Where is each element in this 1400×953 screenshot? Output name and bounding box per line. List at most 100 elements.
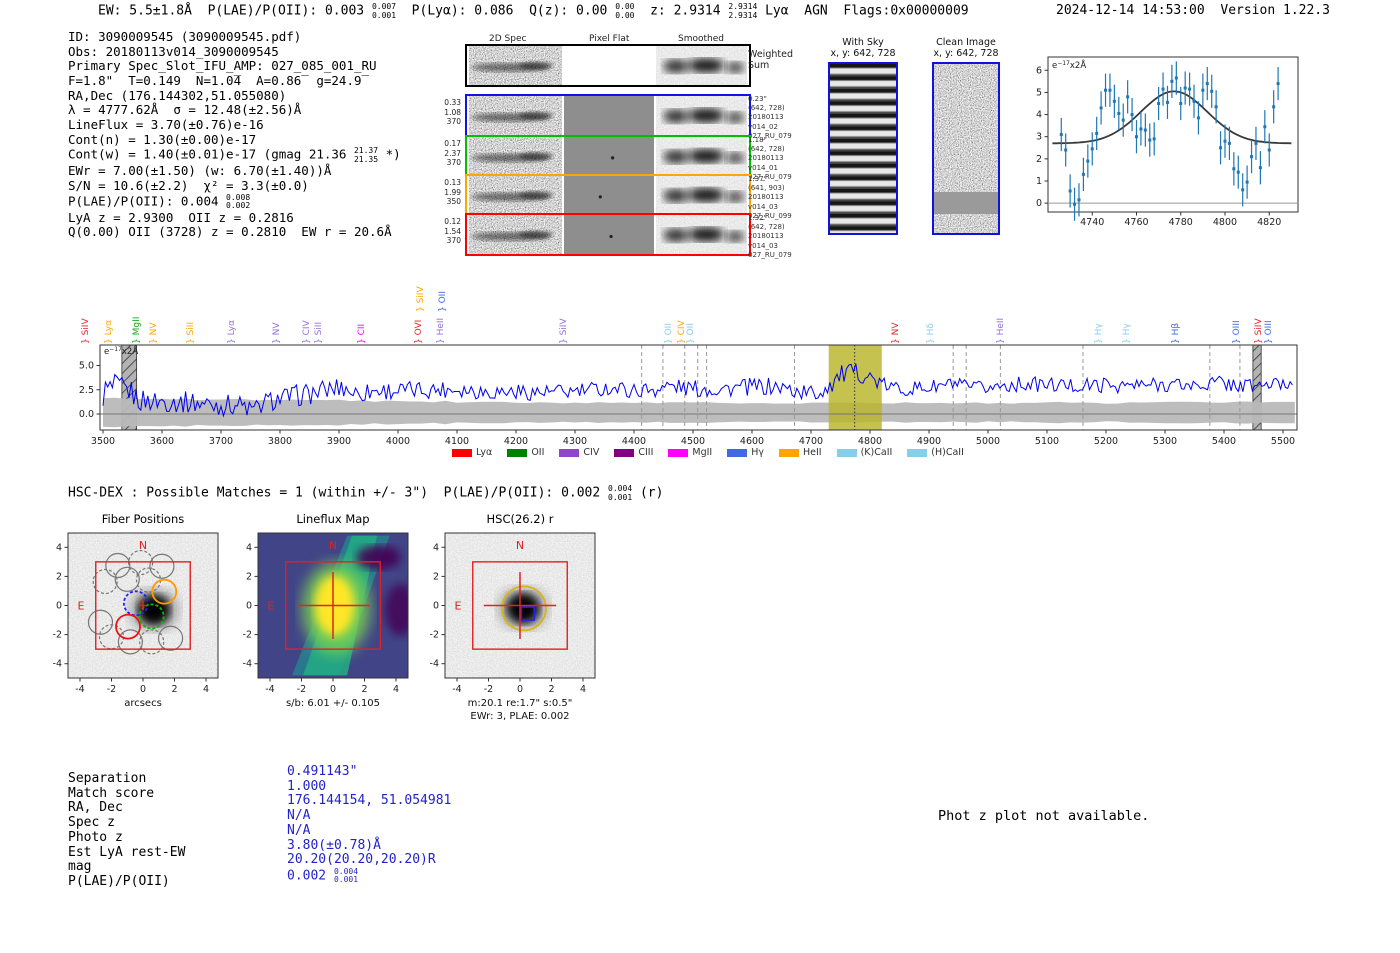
legend-swatch <box>668 448 689 457</box>
match-row-label: Photo z <box>68 829 123 845</box>
data-point <box>1263 125 1267 129</box>
data-point <box>1201 88 1205 92</box>
legend-label: Lyα <box>476 447 493 458</box>
x-tick-label: 0 <box>330 684 336 695</box>
lower-bound: 2.9314 <box>728 10 758 20</box>
match-row-label: Spec z <box>68 815 115 831</box>
smoothed-image <box>656 137 747 175</box>
text-segment: Cont(w) = 1.40(±0.01)e-17 (gmag 21.36 <box>68 146 354 162</box>
cell-texture <box>564 46 654 85</box>
data-point <box>1170 79 1174 83</box>
row-weight-labels: 0.33 1.08 370 <box>444 98 461 127</box>
y-tick-label: 3 <box>1036 132 1042 143</box>
east-label: E <box>268 600 275 613</box>
x-tick-label: 3600 <box>150 436 174 447</box>
spec2d-image <box>469 137 562 175</box>
data-point <box>1258 166 1262 170</box>
data-point <box>1232 167 1236 171</box>
x-tick-label: 4 <box>580 684 586 695</box>
legend-swatch <box>614 448 635 457</box>
x-tick-label: -4 <box>265 684 274 695</box>
emission-line-label: } SiIV <box>81 318 91 344</box>
info-line: Cont(n) = 1.30(±0.00)e-17 <box>68 132 401 148</box>
cell-texture <box>469 176 562 214</box>
match-row-value: 3.80(±0.78)Å <box>287 838 451 854</box>
y-tick-label: 0 <box>246 601 252 612</box>
legend-item: CIV <box>559 447 599 458</box>
legend-item: HeII <box>779 447 822 458</box>
data-point <box>1227 141 1231 145</box>
legend-label: CIV <box>583 447 600 458</box>
data-point <box>1183 86 1187 90</box>
data-point <box>1139 127 1143 131</box>
data-point <box>1236 170 1240 174</box>
cell-texture <box>469 137 562 175</box>
info-line: RA,Dec (176.144302,51.055080) <box>68 88 401 104</box>
lower-bound: 0.00 <box>615 10 635 20</box>
data-point <box>1245 180 1249 184</box>
x-tick-label: 5000 <box>976 436 1000 447</box>
match-table-labels: Separation Match score RA, Dec Spec z Photo … <box>68 771 185 890</box>
x-tick-label: 2 <box>361 684 367 695</box>
x-tick-label: 0 <box>517 684 523 695</box>
spec2d-image <box>469 176 562 214</box>
y-tick-label: 4 <box>246 542 252 553</box>
header-timestamp: 2024-12-14 14:53:00 <box>1056 3 1205 18</box>
cell-texture <box>656 137 747 175</box>
data-point <box>1254 141 1258 145</box>
match-row-value: 176.144154, 51.054981 <box>287 794 451 809</box>
x-tick-label: 4100 <box>445 436 469 447</box>
y-tick-label: 2 <box>246 571 252 582</box>
detection-highlight-band <box>828 345 882 430</box>
x-tick-label: -4 <box>75 684 84 695</box>
text-segment: EWr = 7.00(±1.50) (w: 6.70(±1.40))Å <box>68 163 332 179</box>
legend-label: MgII <box>692 447 713 458</box>
fiber-image-group: NE <box>68 533 218 678</box>
dark-patch-2 <box>384 583 408 636</box>
y-tick-label: -2 <box>430 630 439 641</box>
x-tick-label: 4780 <box>1169 217 1193 228</box>
row-fiber-labels: 0.23" (642, 728) 20180113 v014_02 027_RU_079 <box>748 95 792 140</box>
y-tick-label: -4 <box>53 659 62 670</box>
data-point <box>1205 82 1209 86</box>
clean-image <box>932 62 1000 235</box>
data-point <box>1188 87 1192 91</box>
x-tick-label: 4800 <box>1213 217 1237 228</box>
y-tick-label: 2 <box>433 571 439 582</box>
emission-line-label: } CII <box>357 323 367 344</box>
data-point <box>1064 148 1068 152</box>
data-point <box>1267 148 1271 152</box>
legend-swatch <box>836 448 857 457</box>
legend-swatch <box>452 448 472 457</box>
y-tick-label: 4 <box>1036 110 1042 121</box>
panel-title: Lineflux Map <box>296 512 369 526</box>
header-version: Version 1.22.3 <box>1220 3 1330 18</box>
cell-texture <box>656 96 747 135</box>
cutout-panels: NE-4-4-2-2002244Fiber PositionsarcsecsNE… <box>53 512 596 722</box>
data-point <box>1148 138 1152 142</box>
x-tick-label: 4820 <box>1257 217 1281 228</box>
info-line: Obs: 20180113v014_3090009545 <box>68 44 401 60</box>
hsc-dex-matches-line: HSC-DEX : Possible Matches = 1 (within +… <box>68 484 663 502</box>
legend-label: CIII <box>638 447 654 458</box>
data-point <box>1157 102 1161 105</box>
lineflux-image-group: NE <box>258 533 408 678</box>
x-tick-label: 4700 <box>799 436 823 447</box>
legend-item: CIII <box>614 447 653 458</box>
data-point <box>1104 88 1108 92</box>
y-tick-label: 2 <box>56 571 62 582</box>
spec2d-row <box>465 44 751 87</box>
cell-texture <box>469 96 562 135</box>
data-point <box>1210 89 1214 93</box>
data-point <box>1121 118 1125 122</box>
legend-swatch <box>507 448 528 457</box>
data-point <box>1276 82 1280 86</box>
data-point <box>1250 155 1254 159</box>
data-point <box>1130 113 1134 117</box>
x-tick-label: 4760 <box>1124 217 1148 228</box>
x-tick-label: 5500 <box>1271 436 1295 447</box>
cell-texture <box>469 215 562 254</box>
y-tick-label: 0 <box>433 601 439 612</box>
cell-texture <box>564 215 654 254</box>
pixelflat-image <box>564 215 654 254</box>
